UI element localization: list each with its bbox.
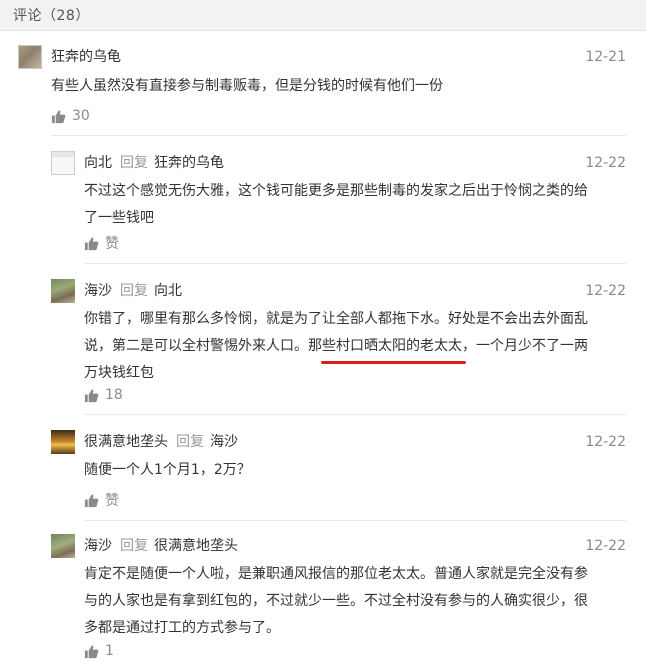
comment-meta: 狂奔的乌龟	[51, 45, 121, 69]
like-count: 30	[72, 108, 90, 124]
comment-author[interactable]: 向北	[84, 155, 112, 171]
avatar[interactable]	[18, 45, 42, 69]
comment-text: 肯定不是随便一个人啦，是兼职通风报信的那位老太太。普通人家就是完全没有参 与的人…	[84, 561, 588, 642]
comment-meta: 很满意地垄头 回复 海沙	[84, 430, 238, 454]
comments-header: 评论（28）	[0, 0, 646, 31]
comment-text-line: 说，第二是可以全村警惕外来人口。那些村口晒太阳的老太太，一个月少不了一两	[84, 338, 588, 354]
comment-text-line: 你错了，哪里有那么多怜悯，就是为了让全部人都拖下水。好处是不会出去外面乱	[84, 311, 588, 327]
highlight-underline	[321, 361, 466, 364]
comment-date: 12-22	[585, 538, 626, 554]
reply-target[interactable]: 海沙	[210, 434, 238, 450]
avatar[interactable]	[51, 279, 75, 303]
like-button[interactable]: 30	[51, 106, 90, 126]
comment-date: 12-22	[585, 155, 626, 171]
comment-text-line: 了一些钱吧	[84, 210, 154, 226]
reply-label: 回复	[120, 538, 148, 554]
comment-date: 12-21	[585, 49, 626, 65]
comment-text-line: 随便一个人1个月1，2万？	[84, 462, 251, 478]
reply-target[interactable]: 狂奔的乌龟	[154, 155, 224, 171]
reply-label: 回复	[176, 434, 204, 450]
like-count: 18	[105, 387, 123, 403]
comments-title: 评论（28）	[13, 8, 90, 24]
comment-text-line: 万块钱红包	[84, 365, 154, 381]
comment-author[interactable]: 海沙	[84, 283, 112, 299]
comment-text-line: 肯定不是随便一个人啦，是兼职通风报信的那位老太太。普通人家就是完全没有参	[84, 566, 588, 582]
comment-author[interactable]: 海沙	[84, 538, 112, 554]
like-label: 赞	[105, 493, 119, 509]
comment-date: 12-22	[585, 283, 626, 299]
divider	[84, 263, 626, 264]
comment-text-line: 不过这个感觉无伤大雅，这个钱可能更多是那些制毒的发家之后出于怜悯之类的给	[84, 183, 588, 199]
comment-text-line: 与的人家也是有拿到红包的，不过就少一些。不过全村没有参与的人确实很少，很	[84, 593, 588, 609]
like-count: 1	[105, 643, 114, 659]
divider	[84, 414, 626, 415]
divider	[51, 135, 626, 136]
avatar[interactable]	[51, 534, 75, 558]
comment-meta: 海沙 回复 很满意地垄头	[84, 534, 238, 558]
avatar[interactable]	[51, 151, 75, 175]
thumbs-up-icon	[51, 109, 66, 123]
reply-target[interactable]: 向北	[154, 283, 182, 299]
comment-meta: 向北 回复 狂奔的乌龟	[84, 151, 224, 175]
comment-text-line: 有些人虽然没有直接参与制毒贩毒，但是分钱的时候有他们一份	[51, 78, 443, 94]
comment-text: 你错了，哪里有那么多怜悯，就是为了让全部人都拖下水。好处是不会出去外面乱 说，第…	[84, 306, 588, 387]
comment-text: 不过这个感觉无伤大雅，这个钱可能更多是那些制毒的发家之后出于怜悯之类的给 了一些…	[84, 178, 588, 232]
like-button[interactable]: 赞	[84, 233, 119, 253]
thumbs-up-icon	[84, 644, 99, 658]
comment-meta: 海沙 回复 向北	[84, 279, 182, 303]
like-button[interactable]: 1	[84, 641, 114, 661]
comment-author[interactable]: 很满意地垄头	[84, 434, 168, 450]
reply-label: 回复	[120, 155, 148, 171]
comment-text: 有些人虽然没有直接参与制毒贩毒，但是分钱的时候有他们一份	[51, 73, 443, 100]
comment-author[interactable]: 狂奔的乌龟	[51, 49, 121, 65]
thumbs-up-icon	[84, 236, 99, 250]
avatar[interactable]	[51, 430, 75, 454]
divider	[84, 520, 626, 521]
like-label: 赞	[105, 236, 119, 252]
comment-text-line: 多都是通过打工的方式参与了。	[84, 620, 280, 636]
like-button[interactable]: 赞	[84, 490, 119, 510]
reply-label: 回复	[120, 283, 148, 299]
thumbs-up-icon	[84, 493, 99, 507]
comment-date: 12-22	[585, 434, 626, 450]
like-button[interactable]: 18	[84, 385, 123, 405]
thumbs-up-icon	[84, 388, 99, 402]
comment-text: 随便一个人1个月1，2万？	[84, 457, 251, 484]
reply-target[interactable]: 很满意地垄头	[154, 538, 238, 554]
